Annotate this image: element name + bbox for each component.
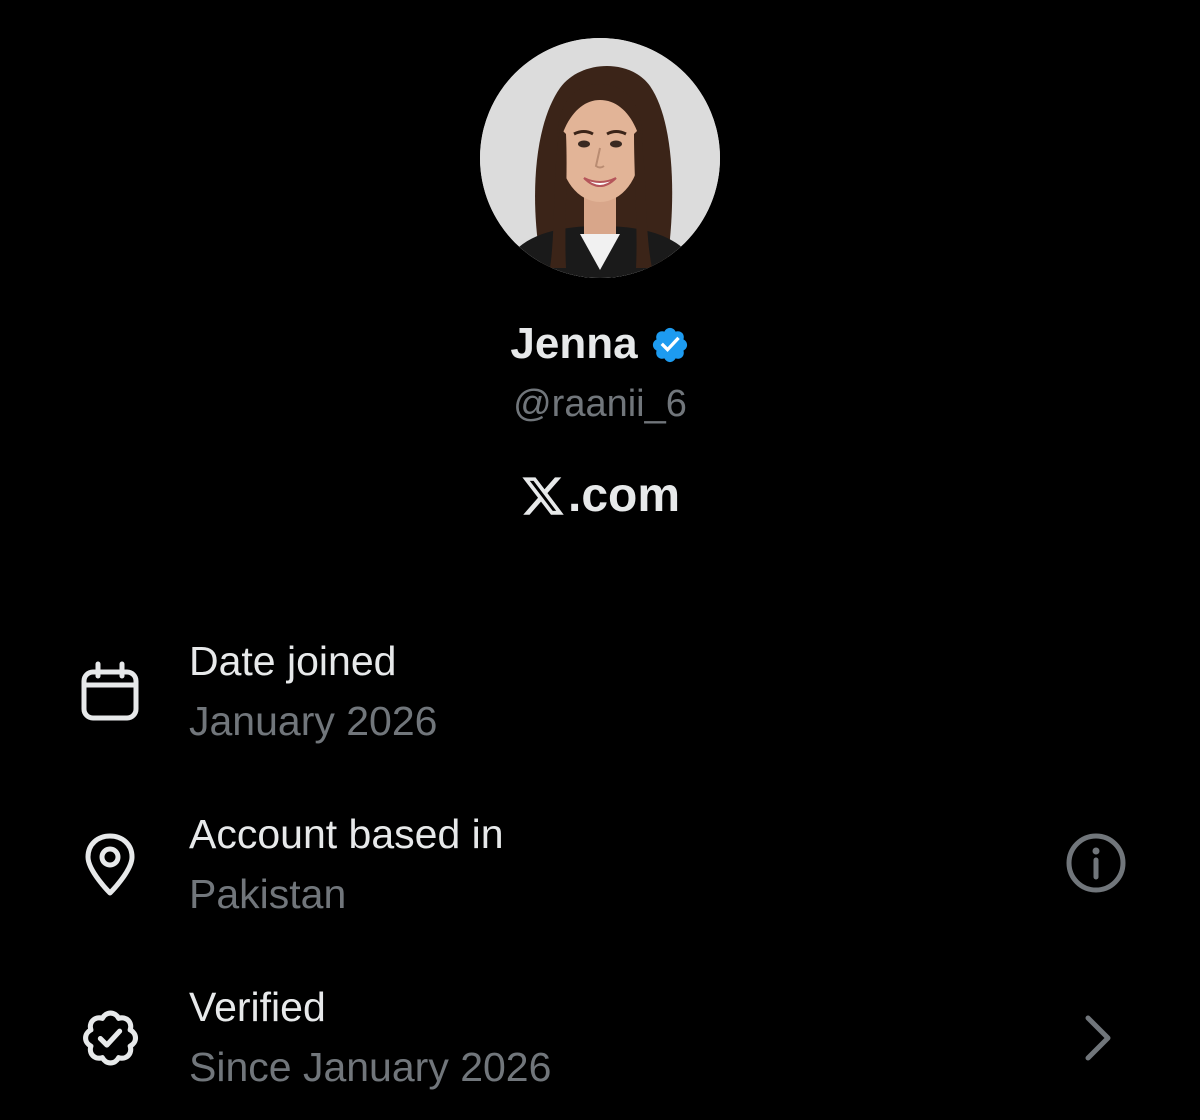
- info-icon[interactable]: [1064, 831, 1128, 895]
- avatar[interactable]: [480, 38, 720, 278]
- detail-title: Account based in: [189, 811, 504, 857]
- site-domain: .com: [567, 469, 681, 522]
- site-label: .com: [0, 466, 1200, 526]
- detail-title: Verified: [189, 984, 326, 1030]
- calendar-icon: [81, 661, 139, 721]
- detail-value: January 2026: [189, 698, 438, 744]
- profile-name-row: Jenna: [0, 316, 1200, 372]
- detail-row-verified[interactable]: Verified Since January 2026: [0, 980, 1200, 1110]
- profile-photo: [480, 38, 720, 278]
- detail-row-date-joined: Date joined January 2026: [0, 634, 1200, 764]
- location-pin-icon: [85, 833, 135, 896]
- chevron-right-icon[interactable]: [1064, 1006, 1128, 1070]
- detail-value: Pakistan: [189, 871, 347, 917]
- x-logo-icon: [522, 477, 564, 515]
- detail-title: Date joined: [189, 638, 397, 684]
- detail-value: Since January 2026: [189, 1044, 552, 1090]
- verified-check-icon: [83, 1010, 139, 1066]
- detail-row-account-based-in: Account based in Pakistan: [0, 807, 1200, 937]
- verified-badge-icon[interactable]: [650, 325, 690, 365]
- display-name: Jenna: [510, 319, 638, 368]
- username-handle: @raanii_6: [513, 383, 687, 425]
